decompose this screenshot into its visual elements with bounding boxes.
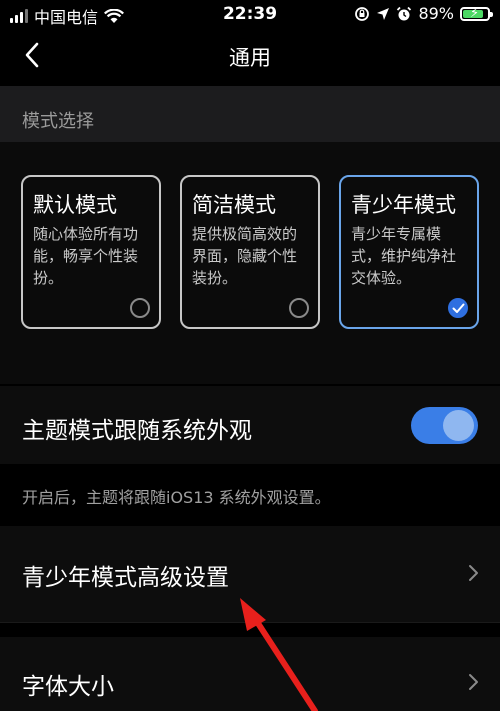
mode-card-teen[interactable]: 青少年模式 青少年专属模式，维护纯净社交体验。: [339, 175, 479, 329]
row-gap: [0, 623, 500, 637]
mode-card-description: 青少年专属模式，维护纯净社交体验。: [351, 225, 457, 287]
checkmark-icon: [452, 303, 465, 313]
page-title: 通用: [229, 46, 271, 70]
teen-advanced-settings-row[interactable]: 青少年模式高级设置: [0, 526, 500, 622]
battery-percent: 89%: [418, 4, 454, 23]
font-size-row[interactable]: 字体大小: [0, 637, 500, 711]
teen-advanced-settings-label: 青少年模式高级设置: [22, 565, 229, 591]
status-right: 89% ⚡: [354, 4, 493, 23]
orientation-lock-icon: [355, 6, 370, 21]
mode-section-header: 模式选择: [0, 86, 500, 142]
mode-card-description: 提供极简高效的界面，隐藏个性装扮。: [192, 225, 298, 287]
chevron-right-icon: [469, 565, 478, 581]
mode-cards: 默认模式 随心体验所有功能，畅享个性装扮。 简洁模式 提供极简高效的界面，隐藏个…: [0, 142, 500, 384]
toggle-knob: [443, 410, 474, 441]
status-bar: 中国电信 22:39 89% ⚡: [0, 0, 500, 30]
theme-follow-system-toggle[interactable]: [411, 407, 478, 444]
theme-follow-system-label: 主题模式跟随系统外观: [22, 418, 252, 444]
mode-card-title: 默认模式: [33, 193, 117, 217]
mode-card-title: 简洁模式: [192, 193, 276, 217]
theme-follow-system-row: 主题模式跟随系统外观: [0, 386, 500, 464]
font-size-label: 字体大小: [22, 674, 114, 700]
location-icon: [377, 7, 390, 20]
radio-unchecked-icon[interactable]: [130, 298, 150, 318]
mode-card-description: 随心体验所有功能，畅享个性装扮。: [33, 225, 139, 287]
theme-hint-section: 开启后，主题将跟随iOS13 系统外观设置。: [0, 464, 500, 526]
mode-card-simple[interactable]: 简洁模式 提供极简高效的界面，隐藏个性装扮。: [180, 175, 320, 329]
alarm-icon: [397, 6, 412, 20]
chevron-right-icon: [469, 674, 478, 690]
mode-section-title: 模式选择: [22, 111, 94, 132]
radio-checked-icon[interactable]: [448, 298, 468, 318]
radio-unchecked-icon[interactable]: [289, 298, 309, 318]
mode-card-default[interactable]: 默认模式 随心体验所有功能，畅享个性装扮。: [21, 175, 161, 329]
theme-hint-text: 开启后，主题将跟随iOS13 系统外观设置。: [22, 488, 331, 507]
navigation-bar: 通用: [0, 30, 500, 84]
mode-card-title: 青少年模式: [351, 193, 456, 217]
battery-icon: ⚡: [460, 6, 493, 21]
